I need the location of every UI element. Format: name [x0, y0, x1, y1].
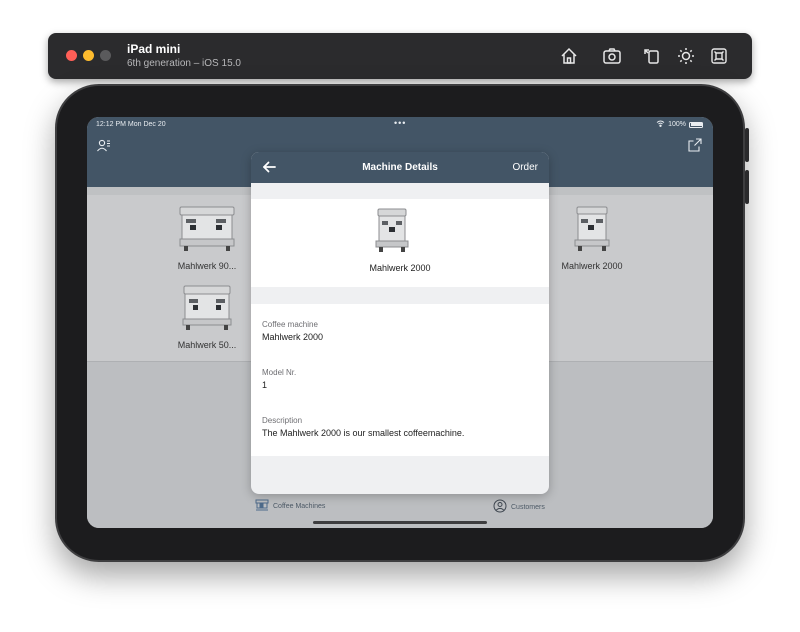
device-subtitle: 6th generation – iOS 15.0: [127, 58, 241, 69]
close-window-button[interactable]: [66, 50, 77, 61]
machine-details-sheet: Machine Details Order Mahlwerk 2000 Coff…: [251, 152, 549, 494]
zoom-window-button[interactable]: [100, 50, 111, 61]
machine-label: Mahlwerk 2000: [561, 261, 623, 271]
field-key: Model Nr.: [262, 368, 297, 377]
coffee-machine-image: [368, 207, 416, 258]
share-icon[interactable]: [687, 137, 703, 153]
multitasking-dots[interactable]: •••: [394, 118, 406, 128]
detail-field-description: Description The Mahlwerk 2000 is our sma…: [262, 416, 464, 438]
simulator-title-bar: iPad mini 6th generation – iOS 15.0: [48, 33, 752, 79]
tab-bar: Coffee Machines Customers: [87, 492, 713, 528]
machine-caption: Mahlwerk 2000: [369, 263, 431, 273]
status-time: 12:12 PM Mon Dec 20: [96, 121, 166, 128]
machine-detail-card: Coffee machine Mahlwerk 2000 Model Nr. 1…: [251, 304, 549, 456]
tab-customers[interactable]: Customers: [493, 499, 545, 515]
field-value: Mahlwerk 2000: [262, 332, 324, 342]
person-circle-icon: [493, 499, 507, 515]
device-name: iPad mini: [127, 42, 181, 56]
wifi-icon: [656, 120, 665, 129]
sheet-title: Machine Details: [362, 162, 438, 173]
machine-tile[interactable]: Mahlwerk 2000: [557, 205, 627, 271]
machine-tile[interactable]: Mahlwerk 50...: [172, 284, 242, 350]
home-icon[interactable]: [558, 45, 580, 67]
user-settings-icon[interactable]: [96, 137, 112, 153]
tab-coffee-machines[interactable]: Coffee Machines: [255, 499, 325, 513]
appearance-icon[interactable]: [675, 45, 697, 67]
sheet-header: Machine Details Order: [251, 152, 549, 183]
ipad-screen: 12:12 PM Mon Dec 20 ••• 100% Mahlwerk 90…: [87, 117, 713, 528]
order-button[interactable]: Order: [512, 162, 538, 173]
coffee-machine-icon: [255, 499, 269, 513]
detail-field-model-nr: Model Nr. 1: [262, 368, 296, 390]
field-key: Description: [262, 416, 303, 425]
battery-icon: [689, 121, 703, 128]
home-indicator[interactable]: [313, 521, 487, 524]
coffee-machine-image: [172, 284, 242, 337]
tab-label: Coffee Machines: [273, 502, 326, 510]
field-value: The Mahlwerk 2000 is our smallest coffee…: [262, 428, 465, 438]
volume-down-button: [745, 170, 749, 204]
battery-percent: 100%: [668, 121, 686, 128]
volume-up-button: [745, 128, 749, 162]
field-value: 1: [262, 380, 268, 390]
coffee-machine-image: [172, 205, 242, 258]
tab-label: Customers: [511, 503, 545, 511]
rotate-icon[interactable]: [641, 45, 663, 67]
status-indicators: 100%: [656, 120, 703, 129]
keyboard-icon[interactable]: [708, 45, 730, 67]
machine-label: Mahlwerk 50...: [177, 340, 237, 350]
detail-field-coffee-machine: Coffee machine Mahlwerk 2000: [262, 320, 323, 342]
machine-image-card: Mahlwerk 2000: [251, 199, 549, 287]
machine-label: Mahlwerk 90...: [177, 261, 237, 271]
field-key: Coffee machine: [262, 320, 318, 329]
screenshot-icon[interactable]: [601, 45, 623, 67]
machine-tile[interactable]: Mahlwerk 90...: [172, 205, 242, 271]
coffee-machine-image: [557, 205, 627, 258]
minimize-window-button[interactable]: [83, 50, 94, 61]
